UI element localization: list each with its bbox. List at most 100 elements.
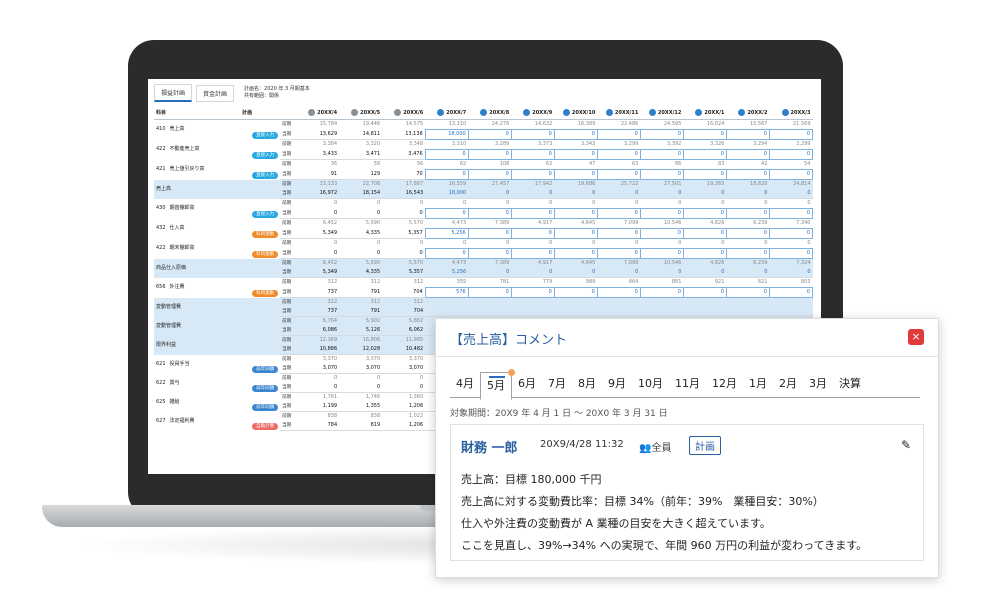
value-cell[interactable]: 0: [682, 169, 727, 180]
value-cell[interactable]: 0: [510, 287, 555, 298]
value-cell[interactable]: 0: [553, 287, 598, 298]
value-cell[interactable]: 0: [467, 169, 512, 180]
value-cell[interactable]: 18,000: [424, 129, 469, 140]
plan-method-badge[interactable]: 前年同額: [252, 384, 279, 392]
value-cell[interactable]: 0: [553, 169, 598, 180]
plan-method-badge[interactable]: 直接入力: [252, 131, 279, 139]
month-tab[interactable]: 12月: [706, 371, 743, 397]
value-cell[interactable]: 0: [553, 208, 598, 219]
value-cell[interactable]: 0: [768, 228, 814, 239]
value-cell[interactable]: 0: [639, 169, 684, 180]
month-tab[interactable]: 7月: [542, 371, 572, 397]
month-tab[interactable]: 2月: [773, 371, 803, 397]
value-cell[interactable]: 0: [596, 149, 641, 160]
value-cell[interactable]: 0: [639, 149, 684, 160]
month-tab[interactable]: 4月: [450, 371, 480, 397]
plan-method-badge[interactable]: 前年同額: [252, 365, 279, 373]
value-cell[interactable]: 0: [768, 129, 814, 140]
value-cell[interactable]: 0: [768, 169, 814, 180]
month-status-icon: [562, 108, 570, 116]
value-cell[interactable]: 0: [596, 228, 641, 239]
value-cell[interactable]: 0: [639, 129, 684, 140]
value-cell[interactable]: 0: [639, 287, 684, 298]
value-cell[interactable]: 0: [725, 228, 770, 239]
value-cell[interactable]: 0: [467, 129, 512, 140]
value-cell[interactable]: 0: [725, 208, 770, 219]
value-cell[interactable]: 0: [553, 248, 598, 259]
month-tab[interactable]: 8月: [572, 371, 602, 397]
month-tab[interactable]: 3月: [803, 371, 833, 397]
current-period-label: 当期: [280, 383, 297, 393]
value-cell[interactable]: 0: [725, 149, 770, 160]
value-cell[interactable]: 0: [725, 129, 770, 140]
value-cell[interactable]: 576: [424, 287, 469, 298]
close-icon[interactable]: ×: [908, 329, 924, 345]
value-cell: 312: [370, 279, 381, 286]
value-cell[interactable]: 0: [467, 287, 512, 298]
plan-method-badge[interactable]: 科目連動: [252, 250, 279, 258]
value-cell[interactable]: 0: [725, 287, 770, 298]
value-cell[interactable]: 0: [467, 228, 512, 239]
current-period-label: 当期: [280, 287, 297, 298]
value-cell[interactable]: 0: [768, 248, 814, 259]
value-cell[interactable]: 0: [553, 129, 598, 140]
plan-method-badge[interactable]: 科目連動: [252, 289, 279, 297]
value-cell[interactable]: 0: [553, 149, 598, 160]
value-cell[interactable]: 0: [725, 248, 770, 259]
plan-method-badge[interactable]: 直接入力: [252, 171, 279, 179]
value-cell[interactable]: 0: [682, 248, 727, 259]
month-tab[interactable]: 10月: [632, 371, 669, 397]
value-cell[interactable]: 0: [467, 248, 512, 259]
value-cell[interactable]: 0: [424, 149, 469, 160]
prev-period-label: 前期: [282, 162, 292, 168]
value-cell[interactable]: 0: [682, 287, 727, 298]
value-cell: 5,357: [382, 268, 426, 278]
month-tab[interactable]: 1月: [743, 371, 773, 397]
plan-method-badge[interactable]: 前年同額: [252, 403, 279, 411]
value-cell[interactable]: 0: [682, 208, 727, 219]
value-cell[interactable]: 0: [510, 129, 555, 140]
tab-profit-plan[interactable]: 損益計画: [154, 84, 193, 102]
value-cell[interactable]: 0: [768, 208, 814, 219]
value-cell[interactable]: 0: [682, 129, 727, 140]
month-tab[interactable]: 6月: [512, 371, 542, 397]
month-tab[interactable]: 11月: [669, 371, 706, 397]
value-cell[interactable]: 0: [510, 208, 555, 219]
value-cell[interactable]: 0: [682, 228, 727, 239]
month-tab[interactable]: 決算: [833, 371, 867, 397]
value-cell[interactable]: 0: [596, 129, 641, 140]
value-cell[interactable]: 0: [682, 149, 727, 160]
month-tab[interactable]: 5月: [480, 369, 515, 400]
value-cell[interactable]: 0: [467, 208, 512, 219]
plan-method-badge[interactable]: 直接入力: [252, 210, 279, 218]
value-cell[interactable]: 0: [596, 208, 641, 219]
value-cell[interactable]: 0: [768, 149, 814, 160]
value-cell[interactable]: 0: [510, 169, 555, 180]
value-cell[interactable]: 0: [639, 248, 684, 259]
plan-method-badge[interactable]: 科目連動: [252, 230, 279, 238]
edit-icon[interactable]: ✎: [901, 438, 911, 452]
value-cell[interactable]: 0: [424, 169, 469, 180]
value-cell[interactable]: 0: [596, 169, 641, 180]
value-cell[interactable]: 0: [510, 228, 555, 239]
value-cell[interactable]: 0: [768, 287, 814, 298]
value-cell[interactable]: 5,256: [424, 228, 469, 239]
value-cell: 864: [628, 279, 639, 285]
value-cell[interactable]: 0: [467, 149, 512, 160]
value-cell[interactable]: 0: [725, 169, 770, 180]
month-tab[interactable]: 9月: [602, 371, 632, 397]
value-cell[interactable]: 0: [510, 248, 555, 259]
value-cell[interactable]: 0: [639, 228, 684, 239]
plan-method-badge[interactable]: 直接入力: [252, 151, 279, 159]
plan-method-badge[interactable]: 自動計算: [252, 422, 279, 430]
value-cell[interactable]: 0: [596, 248, 641, 259]
month-status-icon: [351, 108, 359, 116]
value-cell[interactable]: 0: [553, 228, 598, 239]
tab-cash-plan[interactable]: 資金計画: [196, 84, 235, 102]
value-cell[interactable]: 0: [424, 208, 469, 219]
value-cell[interactable]: 0: [639, 208, 684, 219]
value-cell[interactable]: 0: [510, 149, 555, 160]
value-cell[interactable]: 0: [596, 287, 641, 298]
prev-period-label: 前期: [282, 376, 292, 381]
value-cell[interactable]: 0: [424, 248, 469, 259]
